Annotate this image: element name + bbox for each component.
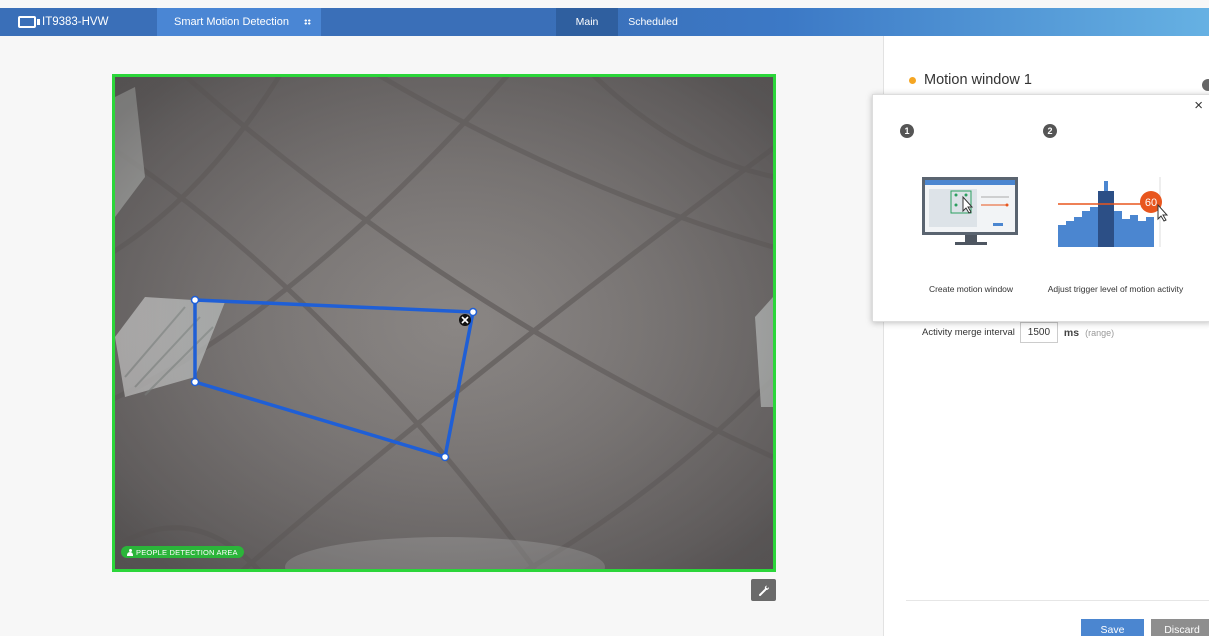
camera-view[interactable]: PEOPLE DETECTION AREA [112, 74, 776, 572]
motion-window-title: Motion window 1 [909, 72, 1032, 88]
merge-interval-label: Activity merge interval [922, 327, 1015, 338]
people-detection-label: PEOPLE DETECTION AREA [136, 547, 238, 557]
polygon-handle[interactable] [190, 377, 200, 387]
tab-scheduled[interactable]: Scheduled [620, 8, 686, 36]
polygon-handle[interactable] [190, 295, 200, 305]
camera-logo-icon [18, 16, 40, 28]
discard-button[interactable]: Discard [1151, 619, 1209, 636]
monitor-illustration-icon [922, 177, 1018, 245]
step-2-number: 2 [1043, 124, 1057, 138]
tab-main[interactable]: Main [556, 8, 618, 36]
camera-scene [115, 77, 773, 569]
people-detection-badge: PEOPLE DETECTION AREA [121, 546, 244, 558]
step-2-caption: Adjust trigger level of motion activity [1047, 284, 1184, 294]
step-1-number: 1 [900, 124, 914, 138]
close-icon[interactable]: × [1194, 98, 1203, 113]
settings-wrench-button[interactable] [751, 579, 776, 601]
motion-window-name: Motion window 1 [924, 72, 1032, 88]
window-color-dot [909, 76, 916, 84]
top-bar: IT9383-HVW Smart Motion Detection Main S… [0, 8, 1209, 36]
app-name: Smart Motion Detection [174, 16, 289, 28]
brand[interactable]: IT9383-HVW [18, 8, 108, 36]
help-popover: × 1 2 60 Create motion window Adjust tri… [872, 94, 1209, 322]
trigger-level-value: 60 [1145, 197, 1157, 209]
polygon-handle[interactable] [440, 452, 450, 462]
divider [906, 600, 1209, 601]
step-1-caption: Create motion window [928, 284, 1014, 294]
merge-interval-range: (range) [1085, 327, 1115, 338]
delete-window-icon[interactable] [459, 314, 471, 326]
app-selector[interactable]: Smart Motion Detection [157, 8, 321, 36]
person-icon [127, 548, 133, 556]
merge-interval-row: Activity merge interval 1500 ms (range) [922, 322, 1114, 343]
wrench-icon [758, 585, 769, 596]
save-button[interactable]: Save [1081, 619, 1144, 636]
device-name: IT9383-HVW [42, 16, 109, 28]
activity-chart-illustration-icon: 60 [1058, 177, 1169, 247]
info-icon[interactable] [1202, 79, 1209, 91]
merge-interval-input[interactable]: 1500 [1019, 322, 1058, 343]
polygon-handle[interactable] [468, 307, 478, 317]
apps-grid-icon[interactable] [304, 19, 311, 25]
merge-interval-unit: ms [1063, 326, 1080, 339]
